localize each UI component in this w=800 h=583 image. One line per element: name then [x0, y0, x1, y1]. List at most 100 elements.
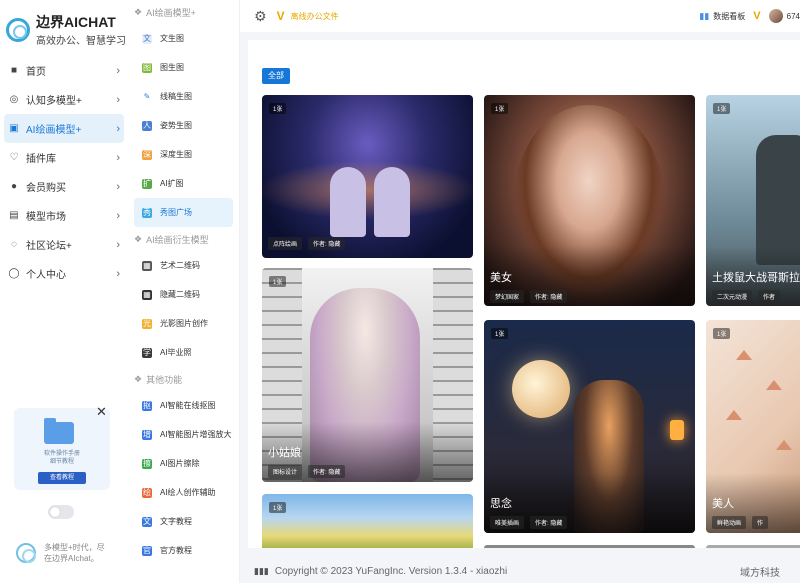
- doc-icon: 文: [142, 516, 152, 527]
- avatar[interactable]: [768, 9, 783, 23]
- stats-icon: ▮▮▮: [254, 566, 269, 576]
- submenu-item-9[interactable]: ▦ 艺术二维码: [128, 251, 239, 280]
- more-icon: ❖: [134, 373, 143, 384]
- section-label: AI绘画衍生模型: [146, 234, 209, 245]
- nav-item-4[interactable]: ● 会员购买 ›: [0, 172, 128, 201]
- submenu-item-5[interactable]: 深深度生图: [128, 140, 239, 169]
- nav-item-3[interactable]: ♡ 插件库 ›: [0, 143, 128, 172]
- gallery: 全部 1张 点阵绘画 作者: 隐藏 1张 美女 梦幻国家 作者: 隐藏 1张 土…: [248, 40, 800, 548]
- gallery-card[interactable]: 1张 小姑娘 图标设计 作者: 隐藏: [262, 268, 473, 482]
- submenu-label: 隐藏二维码: [160, 290, 200, 299]
- gallery-card[interactable]: 1张 美人 鲜艳动画 作: [706, 320, 800, 533]
- filter-all-tag[interactable]: 全部: [262, 68, 290, 84]
- submenu-item-2[interactable]: 图图生图: [128, 53, 239, 82]
- submenu-item-7[interactable]: 秀秀图广场: [134, 198, 233, 227]
- sidebar-footer: 多模型+时代，尽 在边界AIchat。: [16, 542, 105, 564]
- chevron-right-icon: ›: [116, 64, 120, 77]
- nav-label: 首页: [26, 67, 46, 78]
- submenu-item-17[interactable]: 绘 AI绘人创作辅助: [128, 478, 239, 507]
- gallery-card[interactable]: [484, 545, 695, 548]
- section-label: AI绘画模型+: [146, 7, 196, 18]
- nav-label: 会员购买: [26, 183, 66, 194]
- submenu-item-6[interactable]: 扩 AI扩图: [128, 169, 239, 198]
- gallery-card[interactable]: 1张: [262, 494, 473, 548]
- nav-label: 个人中心: [26, 270, 66, 281]
- vip-icon[interactable]: V: [753, 10, 760, 22]
- card-tag: 鲜艳动画: [712, 516, 747, 529]
- gallery-card[interactable]: 1张 点阵绘画 作者: 隐藏: [262, 95, 473, 258]
- chevron-right-icon: ›: [116, 151, 120, 164]
- submenu-item-1[interactable]: 文文生图: [128, 24, 239, 53]
- view-tutorial-button[interactable]: 查看教程: [38, 472, 86, 484]
- market-icon: ▤: [9, 210, 19, 221]
- chevron-right-icon: ›: [116, 180, 120, 193]
- chevron-right-icon: ›: [116, 267, 120, 280]
- submenu-label: 艺术二维码: [160, 261, 200, 270]
- nav-item-1[interactable]: ◎ 认知多模型+ ›: [0, 85, 128, 114]
- submenu-item-11[interactable]: 光光影图片创作: [128, 309, 239, 338]
- user-icon: ●: [10, 181, 18, 192]
- depth-icon: 深: [142, 149, 152, 160]
- card-tag: 二次元动漫: [712, 290, 753, 303]
- nav-item-0[interactable]: ■ 首页 ›: [0, 56, 128, 85]
- nav-item-7[interactable]: ◯ 个人中心 ›: [0, 259, 128, 288]
- submenu-label: AI绘人创作辅助: [160, 488, 216, 497]
- nav-item-6[interactable]: ◌ 社区论坛+ ›: [0, 230, 128, 259]
- palette-icon: ❖: [134, 6, 143, 17]
- assist-icon: 绘: [142, 487, 152, 498]
- submenu-label: 图生图: [160, 63, 184, 72]
- primary-sidebar: 边界AICHAT 高效办公、智慧学习 ■ 首页 › ◎ 认知多模型+ › ▣ AI绘画模型+ ›…: [0, 0, 128, 583]
- nav-label: AI绘画模型+: [26, 125, 82, 136]
- office-logo-icon[interactable]: V: [277, 9, 285, 23]
- dashboard-link[interactable]: 数据看板: [713, 11, 745, 22]
- gallery-card[interactable]: 1张 美女 梦幻国家 作者: 隐藏: [484, 95, 695, 306]
- art-qr-icon: ▦: [142, 260, 152, 271]
- erase-icon: 擦: [142, 458, 152, 469]
- brain-icon: ◎: [9, 94, 19, 105]
- submenu-item-10[interactable]: ▦ 隐藏二维码: [128, 280, 239, 309]
- submenu-label: 秀图广场: [160, 208, 192, 217]
- nav-item-5[interactable]: ▤ 模型市场 ›: [0, 201, 128, 230]
- nav-item-2[interactable]: ▣ AI绘画模型+ ›: [4, 114, 124, 143]
- user-id[interactable]: 674: [787, 12, 800, 21]
- submenu-item-15[interactable]: 增 AI智能图片增强放大: [128, 420, 239, 449]
- nav-label: 模型市场: [26, 212, 66, 223]
- submenu-item-19[interactable]: 官官方教程: [128, 536, 239, 565]
- theme-toggle[interactable]: [48, 505, 74, 519]
- card-author: 作者: 隐藏: [308, 237, 346, 250]
- promo-card: 软件操作手册 细节教程 查看教程: [14, 408, 110, 490]
- office-link[interactable]: 离线办公文件: [291, 11, 339, 22]
- primary-nav: ■ 首页 › ◎ 认知多模型+ › ▣ AI绘画模型+ › ♡ 插件库 › ● 会员购买 › ▤ 模型市场 › ◌ 社…: [0, 56, 128, 288]
- count-badge: 1张: [269, 276, 287, 287]
- promo-line2: 细节教程: [49, 459, 74, 465]
- copyright-text: Copyright © 2023 YuFangInc. Version 1.3.…: [274, 566, 508, 577]
- sketch-icon: ✎: [142, 91, 152, 102]
- pose-icon: 人: [142, 120, 152, 131]
- gear-icon[interactable]: ⚙: [254, 8, 267, 25]
- card-tag: 梦幻国家: [490, 290, 525, 303]
- close-icon[interactable]: ✕: [96, 404, 107, 420]
- image-image-icon: 图: [142, 62, 152, 73]
- submenu-label: AI毕业照: [160, 348, 192, 357]
- gallery-card[interactable]: [706, 545, 800, 548]
- logo-icon: [16, 543, 36, 563]
- submenu-item-12[interactable]: 学 AI毕业照: [128, 338, 239, 367]
- count-badge: 1张: [713, 103, 731, 114]
- card-author: 作者: 隐藏: [530, 290, 568, 303]
- enhance-icon: 增: [142, 429, 152, 440]
- gallery-card[interactable]: 1张 思念 唯美插画 作者: 隐藏: [484, 320, 695, 533]
- submenu-item-4[interactable]: 人姿势生图: [128, 111, 239, 140]
- top-bar: ⚙ V 离线办公文件 ▮▮ 数据看板 V 674: [240, 0, 800, 32]
- submenu-item-18[interactable]: 文文字教程: [128, 507, 239, 536]
- chevron-right-icon: ›: [116, 209, 120, 222]
- card-title: 土拨鼠大战哥斯拉: [712, 272, 800, 284]
- gallery-card[interactable]: 1张 土拨鼠大战哥斯拉 二次元动漫 作者: [706, 95, 800, 306]
- submenu-item-3[interactable]: ✎ 线稿生图: [128, 82, 239, 111]
- layers-icon: ❖: [134, 233, 143, 244]
- submenu-item-16[interactable]: 擦 AI图片擦除: [128, 449, 239, 478]
- brand[interactable]: 边界AICHAT 高效办公、智慧学习: [0, 0, 128, 52]
- submenu-label: 姿势生图: [160, 121, 192, 130]
- card-tag: 唯美插画: [490, 516, 525, 529]
- submenu-item-14[interactable]: 抠 AI智能在线抠图: [128, 391, 239, 420]
- card-author: 作者: 隐藏: [530, 516, 568, 529]
